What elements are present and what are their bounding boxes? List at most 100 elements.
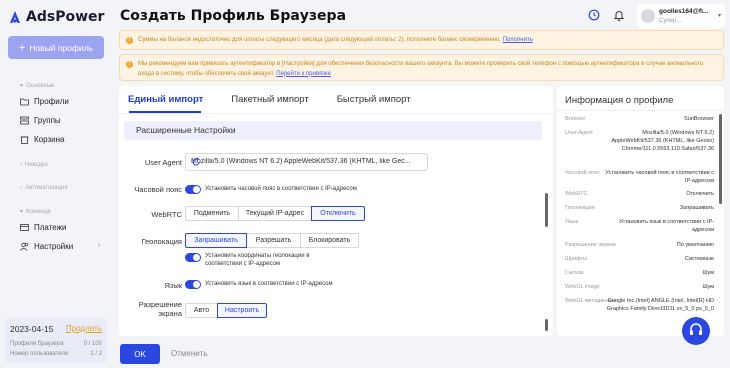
user-agent-label: User Agent bbox=[144, 158, 182, 167]
timezone-toggle-label: Установить часовой пояс в соответствии с… bbox=[205, 186, 357, 192]
geolocation-label: Геолокация bbox=[141, 237, 182, 246]
info-key: Часовой пояс bbox=[565, 170, 600, 176]
balance-warning-text: Суммы на балансе недостаточно для оплаты… bbox=[138, 37, 503, 43]
sidebar-item-groups[interactable]: Группы bbox=[20, 116, 61, 125]
auth-warning-banner: ! Мы рекомендуем вам привязать аутентифи… bbox=[119, 54, 724, 81]
chevron-right-icon: › bbox=[20, 162, 22, 168]
app-name: AdsPower bbox=[26, 9, 105, 25]
webrtc-label: WebRTC bbox=[151, 210, 182, 219]
profile-info-panel: Информация о профиле Browser SunBrowser … bbox=[557, 86, 724, 336]
ok-button[interactable]: OK bbox=[120, 344, 160, 364]
subscription-date: 2023-04-15 bbox=[10, 324, 54, 334]
warning-icon: ! bbox=[126, 61, 133, 68]
info-key: WebGL image bbox=[565, 284, 600, 290]
app-logo[interactable]: AdsPower bbox=[8, 9, 104, 25]
folder-icon bbox=[20, 97, 29, 106]
language-label: Язык bbox=[164, 281, 182, 290]
cancel-button[interactable]: Отменить bbox=[171, 349, 208, 358]
info-value: Установить язык в соответствии с IP-адре… bbox=[619, 219, 714, 233]
nav-section-basic[interactable]: ▾ Основные bbox=[20, 82, 54, 90]
info-value: Установить часовой пояс в соответствии с… bbox=[605, 170, 714, 184]
groups-icon bbox=[20, 116, 29, 125]
extend-link[interactable]: Продлить bbox=[66, 324, 102, 333]
tab-single-import[interactable]: Единый импорт bbox=[128, 94, 203, 105]
language-toggle-label: Установить язык в соответствии с IP-адре… bbox=[205, 281, 333, 287]
chevron-right-icon: › bbox=[98, 242, 101, 249]
sidebar-item-trash[interactable]: Корзина bbox=[20, 135, 64, 144]
resolution-option-auto[interactable]: Авто bbox=[185, 303, 218, 318]
info-value: По умолчанию bbox=[676, 242, 714, 248]
info-key: User-Agent bbox=[565, 130, 593, 136]
info-value: Отключить bbox=[686, 191, 714, 197]
refresh-icon[interactable] bbox=[191, 157, 201, 167]
subscription-card: 2023-04-15 Продлить Профили браузера 0 /… bbox=[5, 318, 107, 363]
sidebar-item-settings[interactable]: Настройки bbox=[20, 242, 73, 251]
geolocation-toggle-label: Установить координаты геолокации в соотв… bbox=[205, 253, 310, 267]
webrtc-selector: Подменить Текущий IP-адрес Отключить bbox=[185, 206, 365, 221]
user-agent-field[interactable]: Mozilla/5.0 (Windows NT 6.2) AppleWebKit… bbox=[185, 153, 428, 171]
info-key: WebRTC bbox=[565, 191, 588, 197]
user-agent-value: Mozilla/5.0 (Windows NT 6.2) AppleWebKit… bbox=[191, 158, 411, 165]
form-scrollbar[interactable] bbox=[545, 193, 548, 227]
form-scrollbar-lower[interactable] bbox=[545, 319, 548, 331]
new-profile-button[interactable]: + Новый профиль bbox=[8, 36, 104, 59]
clock-icon[interactable] bbox=[588, 9, 600, 21]
webrtc-option-spoof[interactable]: Подменить bbox=[185, 206, 239, 221]
sidebar: AdsPower + Новый профиль ▾ Основные Проф… bbox=[0, 0, 112, 368]
chevron-down-icon: ▾ bbox=[20, 83, 24, 89]
geolocation-toggle[interactable] bbox=[185, 253, 201, 262]
auth-warning-text: Мы рекомендуем вам привязать аутентифика… bbox=[138, 61, 704, 77]
user-role: Супер... bbox=[659, 18, 682, 24]
headset-icon bbox=[688, 322, 704, 340]
info-value: Запрашивать bbox=[679, 205, 714, 211]
browser-profiles-count: Профили браузера 0 / 100 bbox=[10, 341, 102, 347]
info-key: Canvas bbox=[565, 270, 584, 276]
info-key: Геолокация bbox=[565, 205, 595, 211]
tab-batch-import[interactable]: Пакетный импорт bbox=[231, 94, 308, 105]
sidebar-item-payments[interactable]: Платежи bbox=[20, 223, 66, 232]
timezone-toggle[interactable] bbox=[185, 185, 201, 194]
webrtc-option-disable[interactable]: Отключить bbox=[311, 206, 365, 221]
create-profile-form: Единый импорт Пакетный импорт Быстрый им… bbox=[119, 86, 553, 336]
bind-link[interactable]: Перейти к привязке bbox=[276, 71, 331, 77]
adspower-logo-icon bbox=[8, 9, 22, 25]
user-number-count: Номер пользователя 1 / 2 bbox=[10, 351, 102, 357]
new-profile-label: Новый профиль bbox=[29, 42, 94, 53]
advanced-settings-header[interactable]: Расширенные Настройки bbox=[124, 121, 542, 140]
tab-quick-import[interactable]: Быстрый импорт bbox=[337, 94, 411, 105]
nav-section-automation[interactable]: › Автоматизация bbox=[20, 185, 68, 191]
geo-option-ask[interactable]: Запрашивать bbox=[185, 233, 247, 248]
card-icon bbox=[20, 223, 29, 232]
info-value: SunBrowser bbox=[684, 116, 714, 122]
chevron-right-icon: › bbox=[20, 185, 22, 191]
user-menu[interactable]: goolles164@fl... Супер... ▾ bbox=[637, 4, 725, 28]
info-key: Шрифты bbox=[565, 256, 588, 262]
info-divider bbox=[557, 110, 724, 111]
info-value: Системные bbox=[684, 256, 714, 262]
top-up-link[interactable]: Пополнить bbox=[503, 37, 533, 43]
resolution-label: Разрешение экрана bbox=[138, 300, 182, 318]
chevron-down-icon: ▾ bbox=[20, 209, 24, 215]
nav-section-tasks[interactable]: › Никсдки bbox=[20, 162, 48, 168]
bell-icon[interactable] bbox=[613, 9, 625, 21]
support-chat-button[interactable] bbox=[682, 317, 710, 345]
geo-option-allow[interactable]: Разрешать bbox=[246, 233, 301, 248]
resolution-option-custom[interactable]: Настроить bbox=[217, 303, 267, 318]
timezone-label: Часовой пояс bbox=[134, 185, 182, 194]
profile-info-title: Информация о профиле bbox=[565, 95, 674, 106]
info-scrollbar[interactable] bbox=[719, 114, 722, 204]
import-tabs: Единый импорт Пакетный импорт Быстрый им… bbox=[128, 94, 411, 105]
users-icon bbox=[20, 242, 29, 251]
trash-icon bbox=[20, 135, 29, 144]
user-name: goolles164@fl... bbox=[659, 8, 709, 15]
webrtc-option-current-ip[interactable]: Текущий IP-адрес bbox=[238, 206, 312, 221]
sidebar-item-profiles[interactable]: Профили bbox=[20, 97, 69, 106]
geo-option-block[interactable]: Блокировать bbox=[300, 233, 359, 248]
tab-divider bbox=[119, 113, 553, 114]
plus-icon: + bbox=[18, 41, 26, 54]
chevron-down-icon: ▾ bbox=[717, 13, 721, 19]
nav-section-team[interactable]: ▾ Команда bbox=[20, 208, 50, 216]
geolocation-selector: Запрашивать Разрешать Блокировать bbox=[185, 233, 359, 248]
info-value: Шум bbox=[702, 270, 714, 276]
language-toggle[interactable] bbox=[185, 280, 201, 289]
